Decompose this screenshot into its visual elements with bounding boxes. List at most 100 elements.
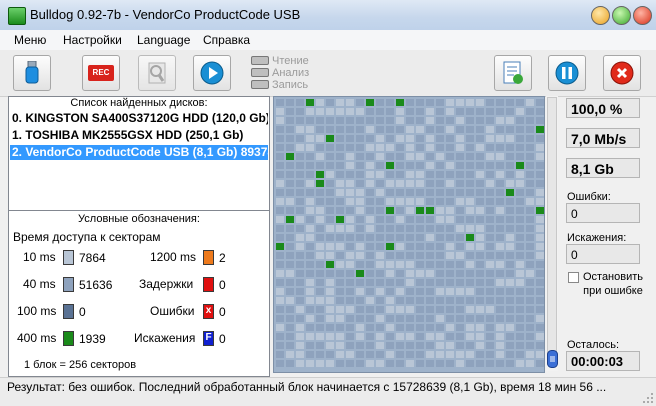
sector-block — [436, 171, 444, 178]
sector-block — [366, 333, 374, 340]
resize-grip-icon[interactable] — [642, 392, 654, 404]
pause-button[interactable] — [548, 55, 586, 91]
sector-block — [426, 162, 434, 169]
sector-block — [306, 306, 314, 313]
sector-block — [316, 225, 324, 232]
sector-block — [336, 270, 344, 277]
report-button[interactable] — [494, 55, 532, 91]
disk-list-item[interactable]: 1. TOSHIBA MK2555GSX HDD (250,1 Gb) — [10, 128, 268, 143]
sector-block — [466, 297, 474, 304]
sector-block — [326, 216, 334, 223]
sector-block — [336, 216, 344, 223]
sector-block — [306, 153, 314, 160]
sector-block — [446, 225, 454, 232]
sector-block — [486, 360, 494, 367]
sector-block — [436, 288, 444, 295]
sector-block — [396, 297, 404, 304]
sector-block — [456, 216, 464, 223]
sector-block — [386, 333, 394, 340]
sector-block — [286, 171, 294, 178]
sector-block — [536, 198, 544, 205]
sector-block — [316, 252, 324, 259]
maximize-button[interactable] — [612, 6, 631, 25]
sector-block — [396, 144, 404, 151]
sector-block — [466, 108, 474, 115]
sector-block — [526, 333, 534, 340]
sector-block — [536, 117, 544, 124]
minimize-button[interactable] — [591, 6, 610, 25]
sector-block — [326, 342, 334, 349]
sector-block — [346, 207, 354, 214]
sector-block — [316, 189, 324, 196]
sector-block — [516, 360, 524, 367]
sector-block — [536, 306, 544, 313]
usb-device-button[interactable] — [13, 55, 51, 91]
stop-button[interactable] — [603, 55, 641, 91]
sector-block — [386, 360, 394, 367]
stop-on-error-label[interactable]: Остановить при ошибке — [582, 270, 644, 298]
scrollbar-track[interactable] — [547, 97, 557, 365]
sector-block — [366, 261, 374, 268]
sector-block — [436, 153, 444, 160]
sector-block — [486, 279, 494, 286]
sector-block — [436, 216, 444, 223]
sector-block — [406, 144, 414, 151]
sector-map-grid — [276, 99, 544, 367]
sector-block — [436, 207, 444, 214]
sector-block — [376, 108, 384, 115]
record-button[interactable]: REC — [82, 55, 120, 91]
sector-block — [446, 207, 454, 214]
sector-block — [446, 270, 454, 277]
sector-block — [446, 252, 454, 259]
sector-block — [356, 189, 364, 196]
menu-help[interactable]: Справка — [203, 33, 250, 47]
sector-block — [286, 225, 294, 232]
sector-block — [526, 117, 534, 124]
stop-on-error-checkbox[interactable] — [568, 272, 579, 283]
disk-list-item[interactable]: 0. KINGSTON SA400S37120G HDD (120,0 Gb) — [10, 111, 268, 126]
inspect-button[interactable] — [138, 55, 176, 91]
sector-block — [456, 99, 464, 106]
map-scrollbar[interactable] — [546, 96, 558, 371]
sector-block — [396, 360, 404, 367]
sector-block — [286, 261, 294, 268]
sector-block — [296, 297, 304, 304]
sector-block — [416, 99, 424, 106]
sector-block — [446, 297, 454, 304]
scroll-down-icon[interactable] — [547, 350, 558, 368]
sector-block — [436, 261, 444, 268]
disk-list-item-selected[interactable]: 2. VendorCo ProductCode USB (8,1 Gb) 893… — [10, 145, 268, 160]
menu-language[interactable]: Language — [137, 33, 190, 47]
legend-count-100ms: 0 — [79, 305, 86, 319]
sector-block — [406, 153, 414, 160]
sector-block — [346, 270, 354, 277]
sector-block — [346, 225, 354, 232]
sector-block — [316, 333, 324, 340]
sector-block — [476, 99, 484, 106]
speed-readout: 7,0 Mb/s — [566, 128, 640, 148]
sector-block — [376, 261, 384, 268]
sector-block — [466, 225, 474, 232]
sector-block — [466, 216, 474, 223]
sector-block — [416, 171, 424, 178]
start-button[interactable] — [193, 55, 231, 91]
sector-block — [446, 135, 454, 142]
sector-block — [516, 108, 524, 115]
sector-block — [426, 207, 434, 214]
sector-block — [536, 189, 544, 196]
close-button[interactable] — [633, 6, 652, 25]
sector-block — [516, 135, 524, 142]
sector-block — [506, 315, 514, 322]
legend-count-errors: 0 — [219, 305, 226, 319]
sector-block — [396, 108, 404, 115]
sector-block — [486, 351, 494, 358]
menu-settings[interactable]: Настройки — [63, 33, 122, 47]
sector-block — [536, 126, 544, 133]
sector-block — [536, 162, 544, 169]
pause-icon — [555, 61, 579, 85]
menu-main[interactable]: Меню — [14, 33, 46, 47]
sector-block — [466, 252, 474, 259]
sector-block — [336, 153, 344, 160]
sector-block — [396, 171, 404, 178]
magnifier-icon — [148, 62, 166, 84]
